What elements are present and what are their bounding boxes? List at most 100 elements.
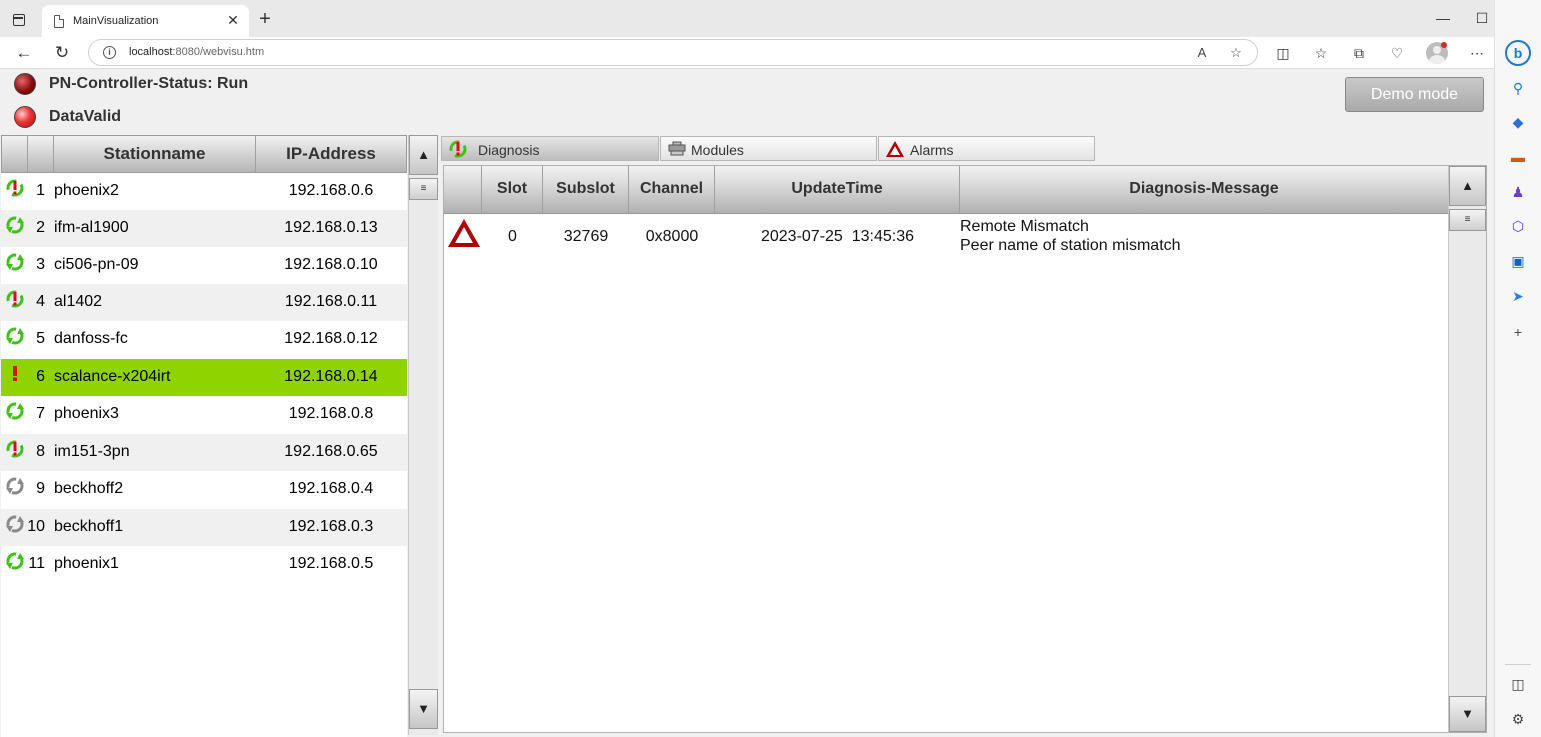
split-screen-icon[interactable]: ◫ bbox=[1272, 42, 1294, 64]
tab-alarms[interactable]: Alarms bbox=[878, 136, 1095, 161]
demo-mode-button[interactable]: Demo mode bbox=[1345, 77, 1484, 112]
scroll-down-icon[interactable]: ▼ bbox=[1449, 696, 1486, 732]
diagnosis-table-header: Slot Subslot Channel UpdateTime Diagnosi… bbox=[444, 166, 1448, 214]
minimize-icon[interactable]: — bbox=[1431, 8, 1455, 28]
back-icon[interactable]: ← bbox=[13, 42, 35, 64]
station-row-selected[interactable]: 6 scalance-x204irt 192.168.0.14 bbox=[1, 359, 407, 396]
station-ip: 192.168.0.8 bbox=[288, 405, 374, 422]
stationname-column-header[interactable]: Stationname bbox=[54, 136, 256, 172]
station-row[interactable]: 9 beckhoff2 192.168.0.4 bbox=[1, 471, 407, 508]
refresh-icon[interactable]: ↻ bbox=[51, 42, 73, 64]
station-name: ifm-al1900 bbox=[54, 219, 129, 236]
station-row[interactable]: 8 im151-3pn 192.168.0.65 bbox=[1, 434, 407, 471]
scroll-up-icon[interactable]: ▲ bbox=[1449, 166, 1486, 206]
station-row[interactable]: 10 beckhoff1 192.168.0.3 bbox=[1, 509, 407, 546]
tab-diagnosis[interactable]: Diagnosis bbox=[441, 136, 659, 161]
add-sidebar-app-icon[interactable]: + bbox=[1508, 322, 1528, 342]
browser-essentials-icon[interactable]: ♡ bbox=[1386, 42, 1408, 64]
station-ip: 192.168.0.10 bbox=[284, 256, 378, 273]
diag-icon-column-header bbox=[444, 166, 482, 213]
station-row[interactable]: 5 danfoss-fc 192.168.0.12 bbox=[1, 321, 407, 358]
station-table-body: 1 phoenix2 192.168.0.6 2 ifm-al1900 192.… bbox=[1, 173, 407, 737]
subslot-column-header[interactable]: Subslot bbox=[543, 166, 629, 213]
url-field[interactable]: i localhost:8080/webvisu.htm A ☆ bbox=[88, 39, 1258, 66]
site-info-icon[interactable]: i bbox=[103, 46, 116, 59]
games-icon[interactable]: ♟ bbox=[1508, 182, 1528, 202]
number-column-header bbox=[28, 136, 54, 172]
station-row[interactable]: 2 ifm-al1900 192.168.0.13 bbox=[1, 210, 407, 247]
diag-message-line2: Peer name of station mismatch bbox=[960, 237, 1181, 254]
scroll-up-icon[interactable]: ▲ bbox=[409, 135, 438, 175]
tab-actions-icon[interactable] bbox=[8, 9, 30, 31]
hide-sidebar-icon[interactable]: ◫ bbox=[1508, 674, 1528, 694]
collections-icon[interactable]: ⧉ bbox=[1348, 42, 1370, 64]
station-name: phoenix2 bbox=[54, 182, 119, 199]
outlook-icon[interactable]: ▣ bbox=[1508, 251, 1528, 271]
favorites-icon[interactable]: ☆ bbox=[1310, 42, 1332, 64]
browser-tab-strip: MainVisualization ✕ + — ☐ ✕ bbox=[0, 0, 1541, 37]
diagnosis-message-column-header[interactable]: Diagnosis-Message bbox=[960, 166, 1448, 213]
scroll-down-icon[interactable]: ▼ bbox=[409, 689, 438, 729]
station-number: 3 bbox=[36, 256, 45, 273]
station-name: beckhoff1 bbox=[54, 518, 124, 535]
station-name: scalance-x204irt bbox=[54, 368, 171, 385]
favorite-star-icon[interactable]: ☆ bbox=[1227, 44, 1245, 62]
station-number: 8 bbox=[36, 443, 45, 460]
station-ip: 192.168.0.13 bbox=[284, 219, 378, 236]
microsoft365-icon[interactable]: ⬡ bbox=[1508, 216, 1528, 236]
station-ip: 192.168.0.6 bbox=[288, 182, 374, 199]
bing-copilot-icon[interactable]: b bbox=[1505, 40, 1531, 66]
read-aloud-icon[interactable]: A bbox=[1193, 44, 1211, 62]
station-row[interactable]: 7 phoenix3 192.168.0.8 bbox=[1, 396, 407, 433]
browser-tab[interactable]: MainVisualization ✕ bbox=[42, 5, 249, 37]
tab-label: Alarms bbox=[910, 142, 954, 158]
station-row[interactable]: 3 ci506-pn-09 192.168.0.10 bbox=[1, 247, 407, 284]
tab-label: Diagnosis bbox=[478, 142, 540, 158]
controller-status-lamp-icon bbox=[14, 73, 36, 95]
station-name: ci506-pn-09 bbox=[54, 256, 139, 273]
more-menu-icon[interactable]: ⋯ bbox=[1466, 42, 1488, 64]
tab-title: MainVisualization bbox=[73, 15, 159, 27]
search-icon[interactable]: ⚲ bbox=[1508, 78, 1528, 98]
scroll-thumb[interactable]: ≡ bbox=[409, 178, 438, 200]
diagnosis-scrollbar[interactable]: ▲ ≡ ▼ bbox=[1448, 166, 1486, 732]
station-name: phoenix3 bbox=[54, 405, 119, 422]
diag-channel: 0x8000 bbox=[645, 228, 699, 245]
diag-updatetime: 2023-07-25 13:45:36 bbox=[760, 228, 914, 245]
sidebar-settings-icon[interactable]: ⚙ bbox=[1508, 709, 1528, 729]
drop-send-icon[interactable]: ➤ bbox=[1508, 286, 1528, 306]
station-number: 5 bbox=[36, 330, 45, 347]
updatetime-column-header[interactable]: UpdateTime bbox=[715, 166, 960, 213]
close-tab-icon[interactable]: ✕ bbox=[225, 12, 241, 28]
station-row[interactable]: 4 al1402 192.168.0.11 bbox=[1, 284, 407, 321]
edge-sidebar: b ⚲ ◆ ▬ ♟ ⬡ ▣ ➤ + ◫ ⚙ bbox=[1494, 0, 1541, 737]
slot-column-header[interactable]: Slot bbox=[482, 166, 543, 213]
page-favicon-icon bbox=[54, 15, 64, 28]
station-name: danfoss-fc bbox=[54, 330, 128, 347]
tab-modules[interactable]: Modules bbox=[660, 136, 877, 161]
station-ip: 192.168.0.5 bbox=[288, 555, 374, 572]
tools-icon[interactable]: ▬ bbox=[1508, 147, 1528, 167]
channel-column-header[interactable]: Channel bbox=[629, 166, 715, 213]
diagnosis-panel: Slot Subslot Channel UpdateTime Diagnosi… bbox=[443, 165, 1487, 733]
alarm-icon bbox=[886, 141, 904, 157]
maximize-icon[interactable]: ☐ bbox=[1470, 8, 1494, 28]
diag-subslot: 32769 bbox=[563, 228, 609, 245]
diagnosis-icon bbox=[449, 140, 467, 158]
web-visualization: PN-Controller-Status: Run DataValid Demo… bbox=[0, 69, 1494, 737]
ip-address-column-header[interactable]: IP-Address bbox=[256, 136, 406, 172]
station-row[interactable]: 11 phoenix1 192.168.0.5 bbox=[1, 546, 407, 583]
station-scrollbar[interactable]: ▲ ≡ ▼ bbox=[408, 135, 438, 735]
new-tab-icon[interactable]: + bbox=[255, 9, 275, 29]
sidebar-divider bbox=[1505, 664, 1531, 665]
notification-dot-icon bbox=[1441, 42, 1447, 48]
shopping-tag-icon[interactable]: ◆ bbox=[1508, 112, 1528, 132]
station-number: 1 bbox=[36, 182, 45, 199]
tab-label: Modules bbox=[691, 142, 744, 158]
station-ip: 192.168.0.3 bbox=[288, 518, 374, 535]
station-name: im151-3pn bbox=[54, 443, 130, 460]
url-text: localhost:8080/webvisu.htm bbox=[129, 46, 265, 58]
scroll-thumb[interactable]: ≡ bbox=[1449, 209, 1486, 231]
station-row[interactable]: 1 phoenix2 192.168.0.6 bbox=[1, 173, 407, 210]
modules-icon bbox=[668, 141, 686, 156]
